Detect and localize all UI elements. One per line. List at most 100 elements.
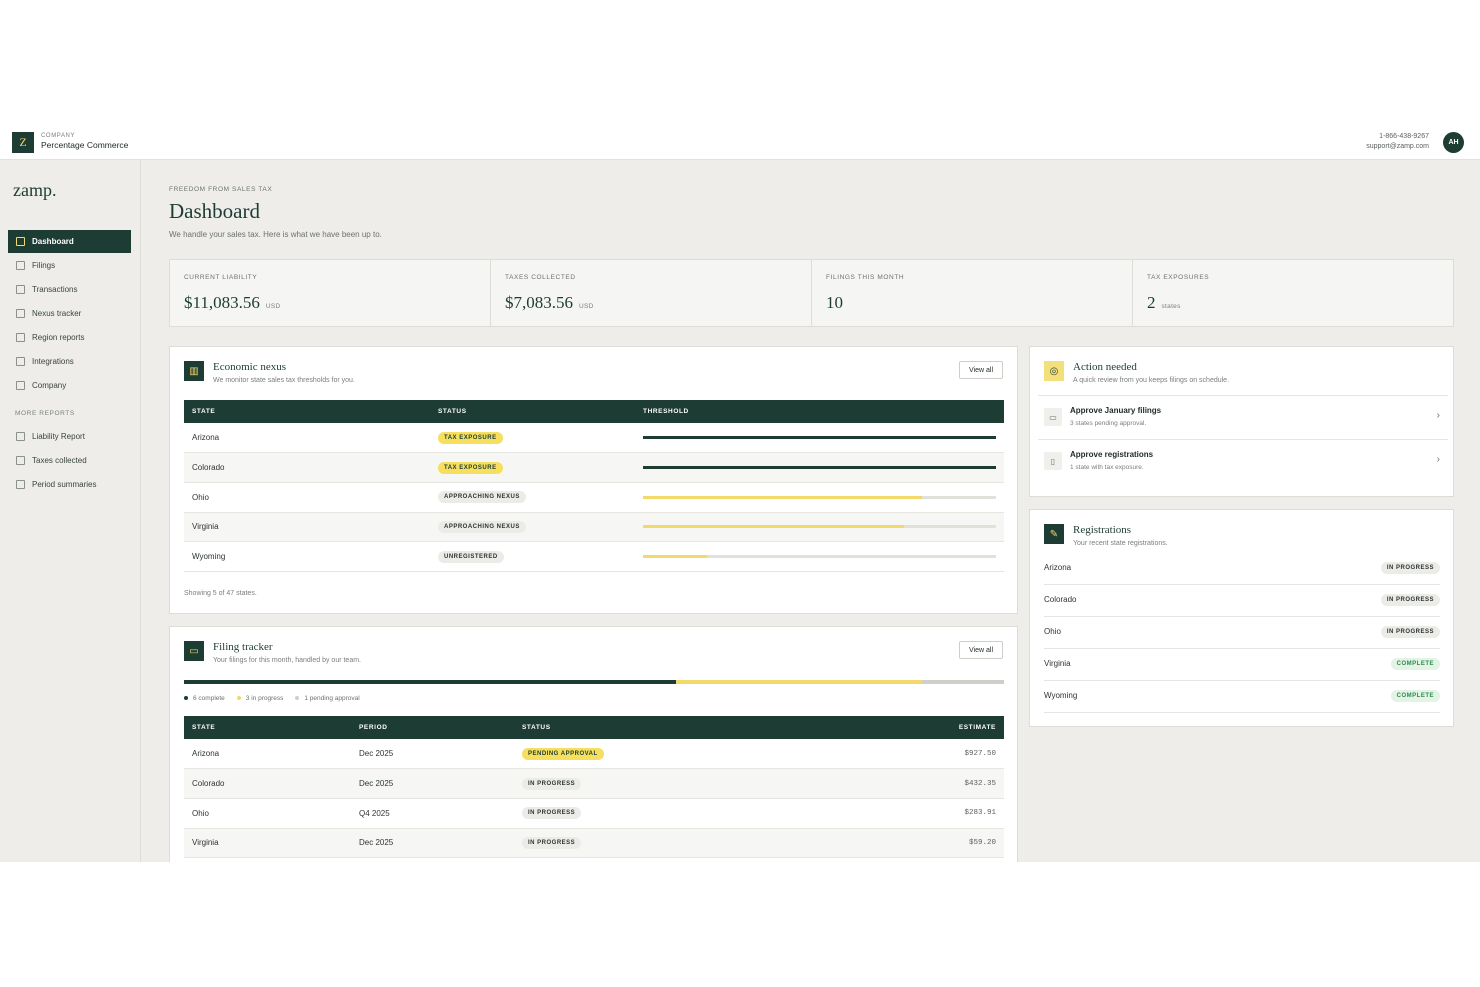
document-icon — [16, 333, 25, 342]
table-row[interactable]: Virginia APPROACHING NEXUS — [184, 512, 1004, 543]
folder-icon: ▭ — [1044, 408, 1062, 426]
estimate-cell: $432.35 — [827, 768, 1004, 799]
list-icon — [16, 285, 25, 294]
sidebar-item-dashboard[interactable]: Dashboard — [8, 230, 131, 253]
status-badge: TAX EXPOSURE — [438, 461, 503, 474]
threshold-fill — [643, 436, 996, 440]
map-icon: ▥ — [184, 361, 204, 381]
table-row[interactable]: Ohio Q4 2025 IN PROGRESS $283.91 — [184, 798, 1004, 829]
sidebar-item-label: Liability Report — [32, 432, 85, 441]
table-row[interactable]: Arizona Dec 2025 PENDING APPROVAL $927.50 — [184, 739, 1004, 770]
status-badge: UNREGISTERED — [438, 550, 504, 563]
state-cell: Virginia — [184, 828, 351, 859]
status-cell: IN PROGRESS — [514, 828, 827, 859]
document-icon — [16, 480, 25, 489]
sidebar-item-nexus-tracker[interactable]: Nexus tracker — [8, 302, 131, 325]
action-needed-card: ◎ Action needed A quick review from you … — [1029, 346, 1454, 497]
progress-complete-segment — [184, 680, 676, 684]
action-approve-registrations[interactable]: ▯ Approve registrations 1 state with tax… — [1038, 439, 1448, 482]
grid-icon — [16, 237, 25, 246]
sidebar-item-integrations[interactable]: Integrations — [8, 350, 131, 373]
table-row[interactable]: Wyoming UNREGISTERED — [184, 541, 1004, 572]
sidebar-item-period-summaries[interactable]: Period summaries — [8, 473, 131, 496]
table-row[interactable]: Colorado TAX EXPOSURE — [184, 452, 1004, 483]
table-row[interactable]: Virginia Dec 2025 IN PROGRESS $59.20 — [184, 828, 1004, 859]
column-header[interactable]: ESTIMATE — [827, 716, 1004, 739]
company-name[interactable]: Percentage Commerce — [41, 140, 128, 150]
action-approve-filings[interactable]: ▭ Approve January filings 3 states pendi… — [1038, 395, 1448, 438]
brand-logo[interactable]: zamp. — [13, 180, 56, 201]
company-logo[interactable]: Z — [12, 132, 34, 153]
column-header[interactable]: PERIOD — [351, 716, 514, 739]
page-subtitle: We handle your sales tax. Here is what w… — [169, 230, 382, 239]
sidebar-item-label: Nexus tracker — [32, 309, 82, 318]
period-cell: Dec 2025 — [351, 768, 514, 799]
threshold-cell — [635, 512, 1004, 543]
sidebar-item-company[interactable]: Company — [8, 374, 131, 397]
view-all-button[interactable]: View all — [959, 641, 1003, 659]
status-badge: APPROACHING NEXUS — [438, 491, 526, 504]
column-header[interactable]: STATE — [184, 400, 430, 423]
status-cell: PENDING APPROVAL — [514, 739, 827, 770]
filing-table: STATE PERIOD STATUS ESTIMATE Arizona Dec … — [184, 716, 1004, 859]
threshold-fill — [643, 525, 905, 529]
table-row[interactable]: Colorado Dec 2025 IN PROGRESS $432.35 — [184, 768, 1004, 799]
card-title: Economic nexus — [213, 361, 287, 373]
column-header[interactable]: THRESHOLD — [635, 400, 1004, 423]
sidebar-item-label: Period summaries — [32, 480, 97, 489]
state-cell: Colorado — [184, 452, 430, 483]
sidebar-item-label: Dashboard — [32, 237, 74, 246]
registration-row[interactable]: Arizona IN PROGRESS — [1044, 553, 1440, 585]
chevron-right-icon: › — [1436, 454, 1440, 465]
stat-value: $7,083.56 USD — [505, 293, 594, 312]
status-cell: APPROACHING NEXUS — [430, 482, 635, 513]
sidebar-item-liability-report[interactable]: Liability Report — [8, 425, 131, 448]
progress-in-progress-segment — [676, 680, 922, 684]
status-badge: APPROACHING NEXUS — [438, 520, 526, 533]
sidebar-item-taxes-collected[interactable]: Taxes collected — [8, 449, 131, 472]
avatar[interactable]: AH — [1443, 132, 1464, 153]
threshold-fill — [643, 495, 922, 499]
table-row[interactable]: Ohio APPROACHING NEXUS — [184, 482, 1004, 513]
threshold-cell — [635, 423, 1004, 454]
stat-label: CURRENT LIABILITY — [184, 274, 258, 281]
registration-row[interactable]: Colorado IN PROGRESS — [1044, 585, 1440, 617]
estimate-cell: $283.91 — [827, 798, 1004, 829]
document-icon: ▯ — [1044, 452, 1062, 470]
column-header[interactable]: STATUS — [430, 400, 635, 423]
status-badge: PENDING APPROVAL — [522, 747, 604, 760]
registration-row[interactable]: Virginia COMPLETE — [1044, 649, 1440, 681]
state-cell: Colorado — [184, 768, 351, 799]
registration-row[interactable]: Wyoming COMPLETE — [1044, 681, 1440, 713]
column-header[interactable]: STATUS — [514, 716, 827, 739]
view-all-button[interactable]: View all — [959, 361, 1003, 379]
state-cell: Ohio — [184, 482, 430, 513]
card-subtitle: We monitor state sales tax thresholds fo… — [213, 377, 355, 384]
folder-icon — [16, 261, 25, 270]
sidebar: zamp. Dashboard Filings Transactions Nex… — [0, 160, 141, 862]
sidebar-item-region-reports[interactable]: Region reports — [8, 326, 131, 349]
support-email[interactable]: support@zamp.com — [1366, 143, 1429, 150]
table-row[interactable]: Arizona TAX EXPOSURE — [184, 423, 1004, 454]
registration-row[interactable]: Ohio IN PROGRESS — [1044, 617, 1440, 649]
stat-current-liability: CURRENT LIABILITY $11,083.56 USD — [170, 260, 491, 326]
card-title: Filing tracker — [213, 641, 273, 653]
sidebar-item-transactions[interactable]: Transactions — [8, 278, 131, 301]
sidebar-item-filings[interactable]: Filings — [8, 254, 131, 277]
threshold-bar — [643, 466, 996, 470]
pen-icon: ✎ — [1044, 524, 1064, 544]
column-header[interactable]: STATE — [184, 716, 351, 739]
registration-state: Colorado — [1044, 595, 1077, 604]
page-eyebrow: FREEDOM FROM SALES TAX — [169, 186, 273, 193]
progress-pending-segment — [922, 680, 1004, 684]
support-phone[interactable]: 1-866-438-9267 — [1379, 133, 1429, 140]
page-title: Dashboard — [169, 199, 260, 223]
top-bar: Z COMPANY Percentage Commerce 1-866-438-… — [0, 128, 1480, 160]
stat-label: TAXES COLLECTED — [505, 274, 576, 281]
status-badge: TAX EXPOSURE — [438, 431, 503, 444]
folder-icon: ▭ — [184, 641, 204, 661]
app-window: Z COMPANY Percentage Commerce 1-866-438-… — [0, 128, 1480, 862]
status-cell: TAX EXPOSURE — [430, 452, 635, 483]
stat-taxes-collected: TAXES COLLECTED $7,083.56 USD — [491, 260, 812, 326]
registration-state: Arizona — [1044, 563, 1072, 572]
